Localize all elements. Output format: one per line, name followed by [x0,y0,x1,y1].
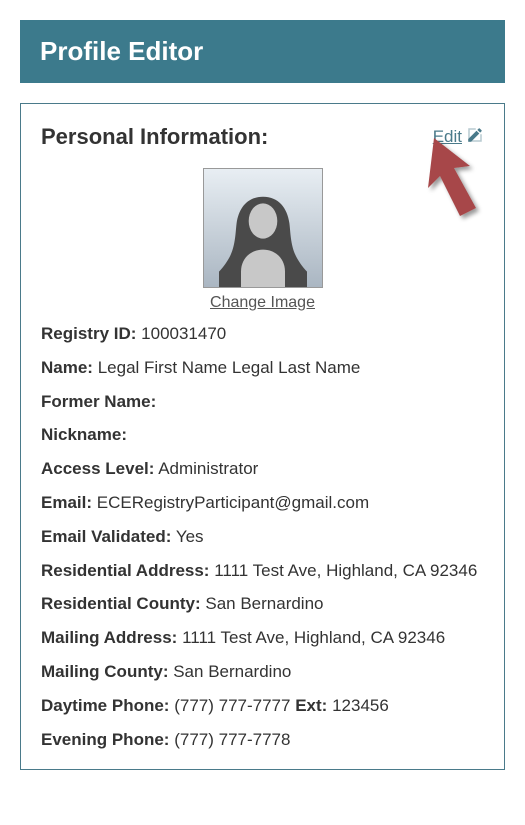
field-residential-address: Residential Address: 1111 Test Ave, High… [41,559,484,583]
label-daytime-phone: Daytime Phone: [41,696,169,715]
label-registry-id: Registry ID: [41,324,136,343]
label-evening-phone: Evening Phone: [41,730,169,749]
value-evening-phone: (777) 777-7778 [174,730,290,749]
value-residential-county: San Bernardino [205,594,323,613]
value-mailing-address: 1111 Test Ave, Highland, CA 92346 [182,628,445,647]
avatar-section: Change Image [41,168,484,312]
field-email: Email: ECERegistryParticipant@gmail.com [41,491,484,515]
label-residential-county: Residential County: [41,594,201,613]
label-email-validated: Email Validated: [41,527,171,546]
field-daytime-phone: Daytime Phone: (777) 777-7777 Ext: 12345… [41,694,484,718]
value-name: Legal First Name Legal Last Name [98,358,361,377]
field-former-name: Former Name: [41,390,484,414]
field-access-level: Access Level: Administrator [41,457,484,481]
field-nickname: Nickname: [41,423,484,447]
field-email-validated: Email Validated: Yes [41,525,484,549]
label-residential-address: Residential Address: [41,561,209,580]
edit-label: Edit [433,127,462,147]
value-daytime-ext: 123456 [332,696,389,715]
label-mailing-address: Mailing Address: [41,628,177,647]
page-header: Profile Editor [20,20,505,83]
value-residential-address: 1111 Test Ave, Highland, CA 92346 [214,561,477,580]
label-daytime-ext: Ext: [295,696,327,715]
avatar-placeholder-icon [203,168,323,288]
label-access-level: Access Level: [41,459,154,478]
edit-button[interactable]: Edit [433,126,484,149]
label-nickname: Nickname: [41,425,127,444]
label-name: Name: [41,358,93,377]
section-header: Personal Information: Edit [41,124,484,150]
edit-icon [466,126,484,149]
personal-info-card: Personal Information: Edit Change Image … [20,103,505,770]
value-email: ECERegistryParticipant@gmail.com [97,493,369,512]
value-registry-id: 100031470 [141,324,226,343]
field-name: Name: Legal First Name Legal Last Name [41,356,484,380]
page-title: Profile Editor [40,36,203,66]
field-evening-phone: Evening Phone: (777) 777-7778 [41,728,484,752]
field-mailing-address: Mailing Address: 1111 Test Ave, Highland… [41,626,484,650]
value-mailing-county: San Bernardino [173,662,291,681]
label-mailing-county: Mailing County: [41,662,168,681]
field-residential-county: Residential County: San Bernardino [41,592,484,616]
value-access-level: Administrator [158,459,258,478]
label-former-name: Former Name: [41,392,156,411]
field-registry-id: Registry ID: 100031470 [41,322,484,346]
value-daytime-phone: (777) 777-7777 [174,696,290,715]
value-email-validated: Yes [176,527,204,546]
label-email: Email: [41,493,92,512]
change-image-link[interactable]: Change Image [210,294,315,312]
field-mailing-county: Mailing County: San Bernardino [41,660,484,684]
section-title: Personal Information: [41,124,268,150]
